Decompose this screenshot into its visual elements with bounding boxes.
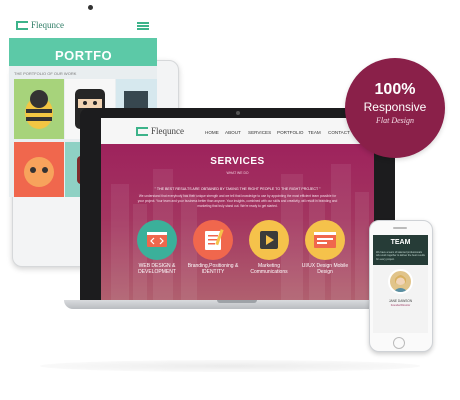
tablet-section-title: PORTFO	[55, 48, 113, 63]
avatar	[388, 269, 413, 294]
nav-link-home[interactable]: HOME	[205, 130, 219, 135]
badge-flat-design-text: Flat Design	[376, 116, 414, 125]
phone-screen: TEAM We have a team of talented professi…	[373, 235, 428, 333]
logo-icon	[16, 21, 28, 30]
pen-icon	[205, 229, 224, 250]
service-branding[interactable]	[193, 220, 233, 260]
services-tagline: " THE BEST RESULTS ARE OBTAINED BY TAKIN…	[154, 187, 321, 191]
laptop-notch	[217, 300, 257, 303]
hamburger-menu-icon[interactable]	[137, 22, 149, 30]
services-title: SERVICES	[210, 156, 265, 167]
tablet-sub-text: THE PORTFOLIO OF OUR WORK	[14, 71, 77, 76]
logo-icon	[136, 127, 148, 136]
laptop-camera	[236, 111, 240, 115]
service-label-branding: Branding,Positioning & IDENTITY	[187, 263, 239, 275]
team-member-card[interactable]: JANE DAWSON Founder/Director	[373, 265, 428, 333]
nav-link-portfolio[interactable]: PORTFOLIO	[277, 130, 303, 135]
services-subtitle: WHAT WE DO	[226, 171, 249, 175]
phone-team-title: TEAM	[390, 239, 411, 246]
phone-speaker	[393, 227, 407, 229]
play-icon	[260, 231, 278, 249]
team-member-role: Founder/Director	[390, 304, 411, 307]
service-label-marketing: Marketing Communications	[250, 263, 288, 275]
browser-icon	[314, 232, 336, 248]
services-body-line: We understand that everybody has their u…	[138, 194, 337, 198]
services-body-line: your project. Your team and your busines…	[137, 199, 338, 203]
nav-link-services[interactable]: SERVICES	[248, 130, 271, 135]
service-web-design[interactable]	[137, 220, 177, 260]
tablet-logo-text[interactable]: Flequnce	[31, 20, 64, 30]
laptop-screen: Flequnce HOME ABOUT SERVICES PORTFOLIO T…	[101, 118, 374, 300]
nav-link-team[interactable]: TEAM	[308, 130, 321, 135]
phone-team-intro: We have a team of talented professionals…	[376, 251, 425, 261]
services-body-line: marketing that truly stand out. We're re…	[197, 204, 278, 208]
tablet-camera	[88, 5, 93, 10]
service-ui-ux[interactable]	[305, 220, 345, 260]
badge-percent-text: 100%	[374, 81, 416, 98]
nav-link-about[interactable]: ABOUT	[225, 130, 241, 135]
service-marketing[interactable]	[249, 220, 289, 260]
nav-link-contact[interactable]: CONTACT	[328, 130, 350, 135]
laptop-logo-text[interactable]: Flequnce	[151, 126, 184, 136]
tablet-header: Flequnce	[9, 14, 157, 38]
laptop-nav-bar: Flequnce HOME ABOUT SERVICES PORTFOLIO T…	[101, 118, 374, 144]
service-label-ui-ux: UI/UX Design Mobile Design	[301, 263, 349, 275]
portfolio-thumb-bee[interactable]	[14, 79, 64, 139]
code-icon	[147, 232, 167, 247]
badge-responsive-text: Responsive	[363, 100, 427, 114]
person-icon	[393, 275, 408, 292]
phone-home-button[interactable]	[393, 337, 405, 349]
portfolio-thumb-fox[interactable]	[14, 142, 64, 197]
team-member-name: JANE DAWSON	[388, 299, 413, 303]
service-label-web-design: WEB DESIGN & DEVELOPMENT	[138, 263, 176, 275]
floor-shadow	[40, 360, 420, 372]
